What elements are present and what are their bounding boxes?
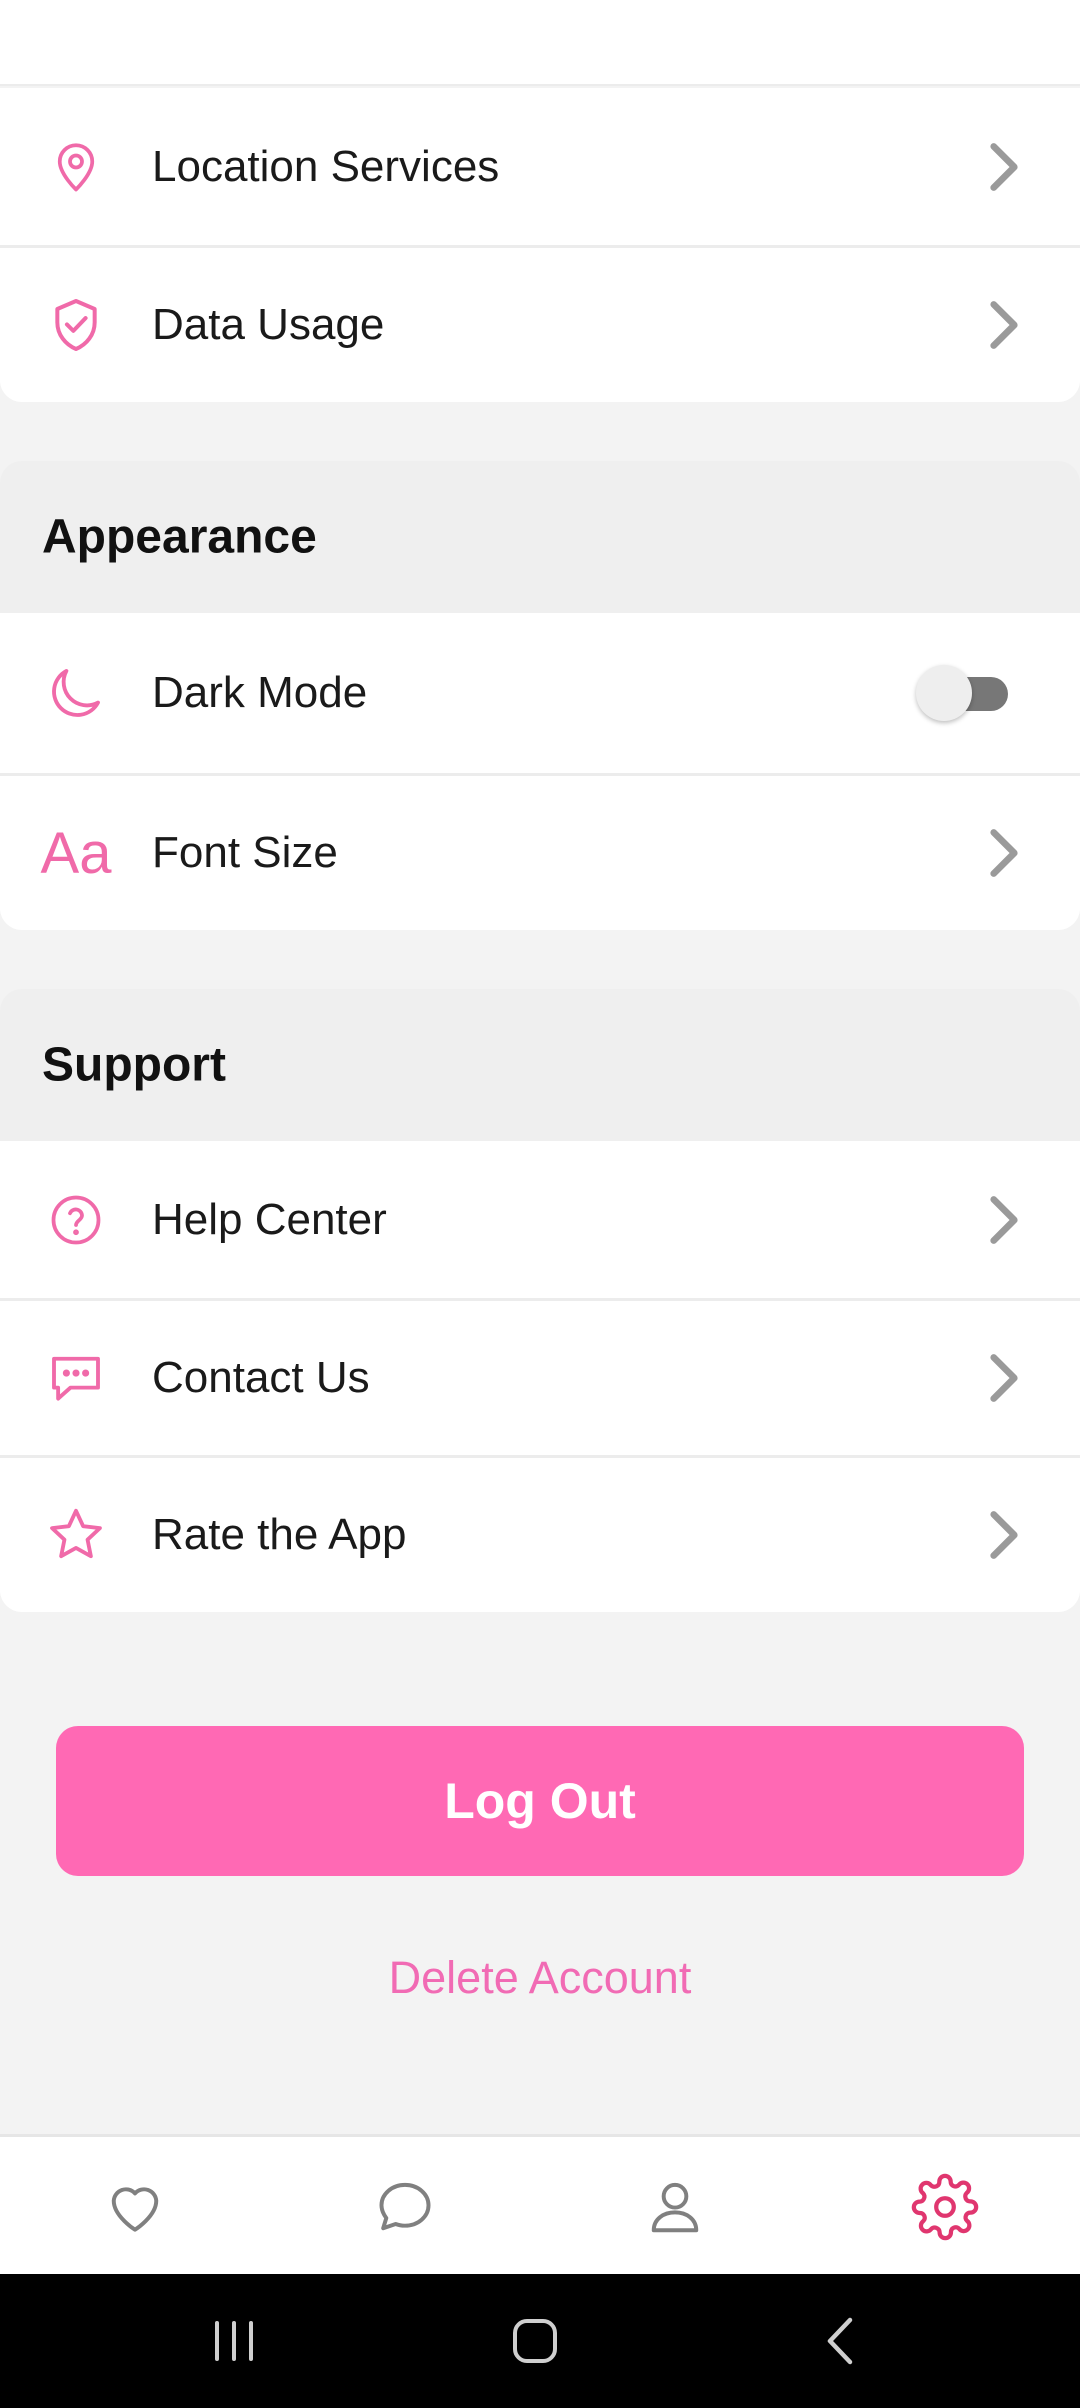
support-title: Support — [42, 1038, 226, 1092]
chevron-right-icon — [990, 1354, 1018, 1402]
chevron-right-icon — [990, 829, 1018, 877]
moon-icon — [40, 657, 112, 729]
home-icon — [513, 2319, 557, 2363]
data-usage-row[interactable]: Data Usage — [0, 245, 1080, 402]
contact-us-row[interactable]: Contact Us — [0, 1298, 1080, 1455]
chat-icon — [379, 2182, 431, 2231]
shield-check-icon — [40, 289, 112, 361]
location-services-label: Location Services — [152, 141, 500, 191]
gear-icon — [911, 2173, 979, 2241]
appearance-section-header: Appearance — [0, 461, 1080, 613]
contact-us-label: Contact Us — [152, 1353, 370, 1402]
nav-messages[interactable] — [270, 2137, 540, 2277]
toggle-knob — [916, 665, 972, 721]
help-center-row[interactable]: Help Center — [0, 1141, 1080, 1298]
help-center-label: Help Center — [152, 1194, 387, 1244]
chevron-right-icon — [990, 1195, 1018, 1244]
support-section-header: Support — [0, 989, 1080, 1141]
back-icon — [827, 2317, 853, 2365]
recent-apps-button[interactable] — [134, 2274, 334, 2408]
support-card: Help Center Contact Us Rate the App — [0, 1141, 1080, 1612]
home-button[interactable] — [435, 2274, 635, 2408]
recent-apps-icon — [215, 2321, 253, 2361]
data-usage-label: Data Usage — [152, 300, 385, 349]
privacy-card: Location Services Data Usage — [0, 88, 1080, 402]
previous-setting-row[interactable] — [0, 0, 1080, 86]
font-size-row[interactable]: Aa Font Size — [0, 773, 1080, 930]
star-icon — [40, 1499, 112, 1571]
bottom-navigation — [0, 2134, 1080, 2274]
profile-icon — [651, 2182, 699, 2233]
nav-settings[interactable] — [810, 2137, 1080, 2277]
appearance-card: Dark Mode Aa Font Size — [0, 613, 1080, 930]
help-circle-icon — [40, 1184, 112, 1256]
rate-the-app-label: Rate the App — [152, 1510, 407, 1559]
location-pin-icon — [40, 131, 112, 203]
heart-icon — [111, 2187, 159, 2232]
delete-account-link[interactable]: Delete Account — [0, 1952, 1080, 2004]
settings-screen: Location Services Data Usage Appearance — [0, 0, 1080, 2408]
log-out-button[interactable]: Log Out — [56, 1726, 1024, 1876]
back-button[interactable] — [740, 2274, 940, 2408]
dark-mode-toggle[interactable] — [916, 665, 1008, 721]
chat-bubble-icon — [40, 1342, 112, 1414]
system-navigation-bar — [0, 2274, 1080, 2408]
dark-mode-row: Dark Mode — [0, 613, 1080, 773]
font-size-icon: Aa — [40, 817, 112, 889]
chevron-right-icon — [990, 301, 1018, 349]
font-size-label: Font Size — [152, 828, 338, 877]
nav-favorites[interactable] — [0, 2137, 270, 2277]
dark-mode-label: Dark Mode — [152, 668, 368, 717]
rate-the-app-row[interactable]: Rate the App — [0, 1455, 1080, 1612]
font-size-icon-text: Aa — [40, 820, 112, 886]
nav-profile[interactable] — [540, 2137, 810, 2277]
chevron-right-icon — [990, 1511, 1018, 1559]
appearance-title: Appearance — [42, 510, 317, 564]
location-services-row[interactable]: Location Services — [0, 88, 1080, 245]
chevron-right-icon — [990, 142, 1018, 191]
